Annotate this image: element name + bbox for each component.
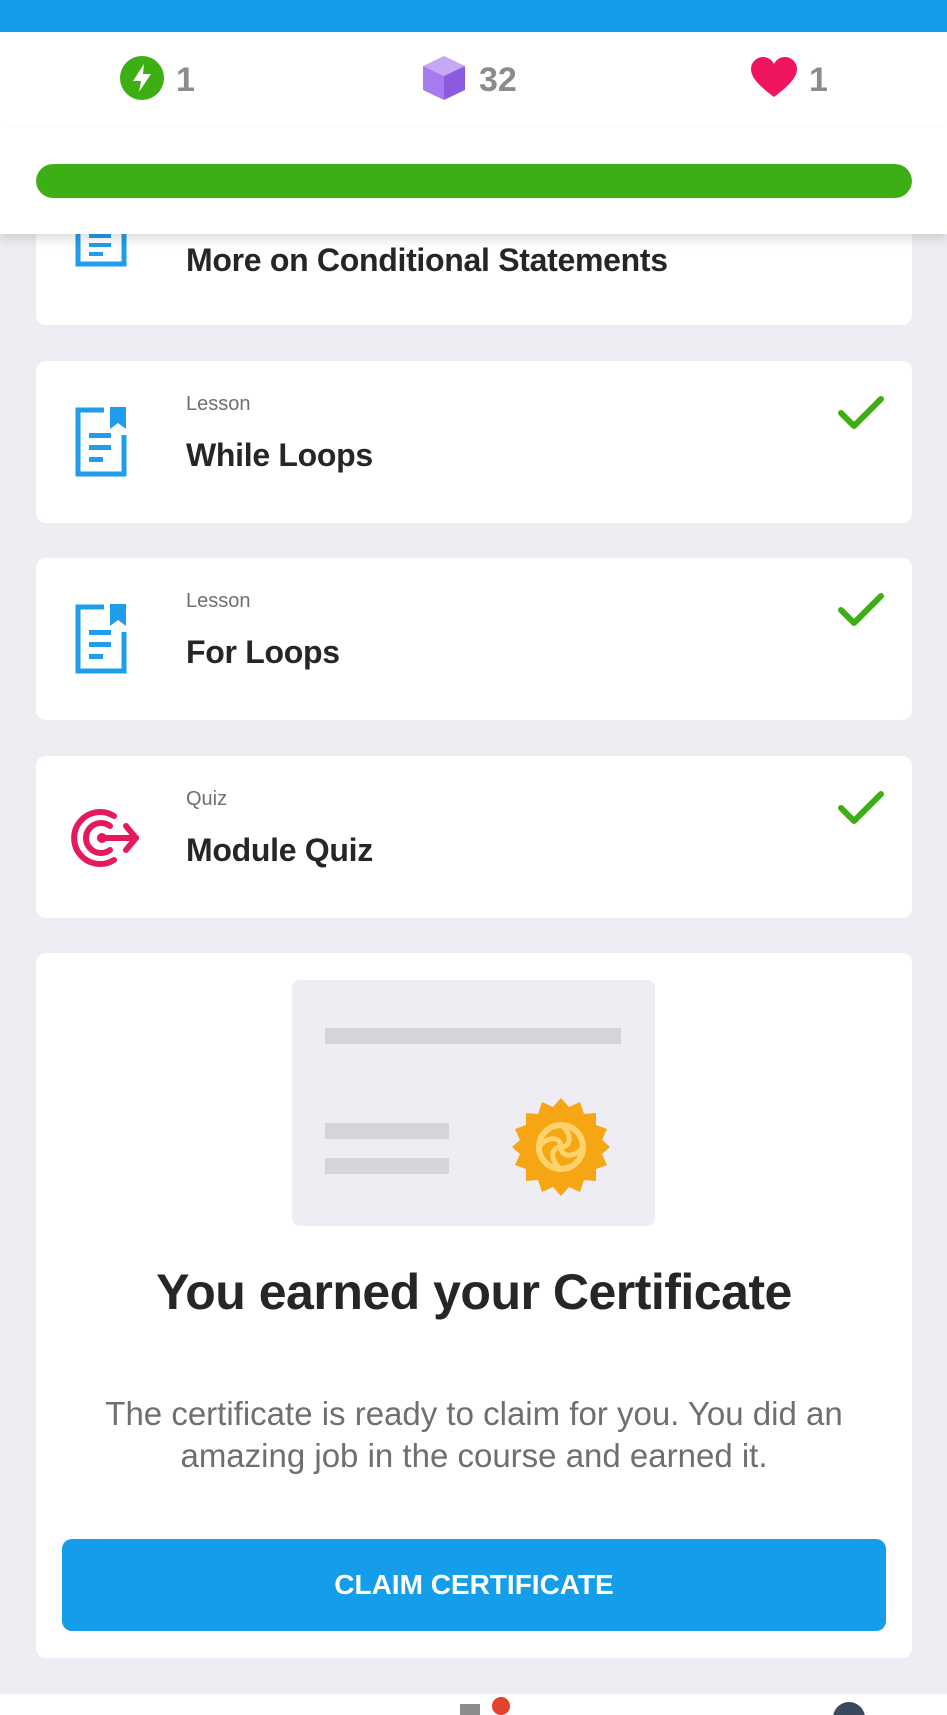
lives-stat[interactable]: 1 xyxy=(751,32,828,128)
top-app-bar xyxy=(0,0,947,32)
list-item[interactable]: Lesson For Loops xyxy=(36,558,912,720)
course-progress-bar xyxy=(36,164,912,198)
gems-count: 32 xyxy=(479,60,517,99)
target-icon xyxy=(70,806,140,875)
bottom-navigation-bar xyxy=(0,1694,947,1715)
course-progress-panel xyxy=(0,128,947,234)
stats-bar: 1 32 1 xyxy=(0,32,947,128)
certificate-line xyxy=(325,1123,449,1139)
lightning-icon xyxy=(120,55,164,105)
course-progress-fill xyxy=(36,164,912,198)
claim-certificate-button[interactable]: CLAIM CERTIFICATE xyxy=(62,1539,886,1631)
gems-stat[interactable]: 32 xyxy=(421,32,517,128)
certificate-line xyxy=(325,1028,621,1044)
certificate-card: You earned your Certificate The certific… xyxy=(36,953,912,1658)
certificate-line xyxy=(325,1158,449,1174)
certificate-preview xyxy=(292,980,655,1226)
item-title: Module Quiz xyxy=(186,832,373,868)
item-kind: Quiz xyxy=(186,788,228,810)
item-title: More on Conditional Statements xyxy=(186,242,668,278)
check-icon xyxy=(838,395,884,436)
lesson-icon xyxy=(74,604,128,679)
heart-icon xyxy=(751,56,797,104)
certificate-description: The certificate is ready to claim for yo… xyxy=(105,1395,843,1474)
item-kind: Lesson xyxy=(186,590,251,612)
certificate-seal-icon xyxy=(512,1098,610,1201)
energy-count: 1 xyxy=(176,60,195,99)
energy-stat[interactable]: 1 xyxy=(120,32,195,128)
lives-count: 1 xyxy=(809,60,828,99)
item-title: While Loops xyxy=(186,437,373,473)
lesson-icon xyxy=(74,228,128,273)
item-kind: Lesson xyxy=(186,393,251,415)
check-icon xyxy=(838,790,884,831)
list-item[interactable]: Quiz Module Quiz xyxy=(36,756,912,918)
check-icon xyxy=(838,592,884,633)
cube-icon xyxy=(421,54,467,107)
list-item[interactable]: Lesson While Loops xyxy=(36,361,912,523)
certificate-title: You earned your Certificate xyxy=(156,1264,792,1320)
item-title: For Loops xyxy=(186,634,340,670)
lesson-icon xyxy=(74,407,128,482)
